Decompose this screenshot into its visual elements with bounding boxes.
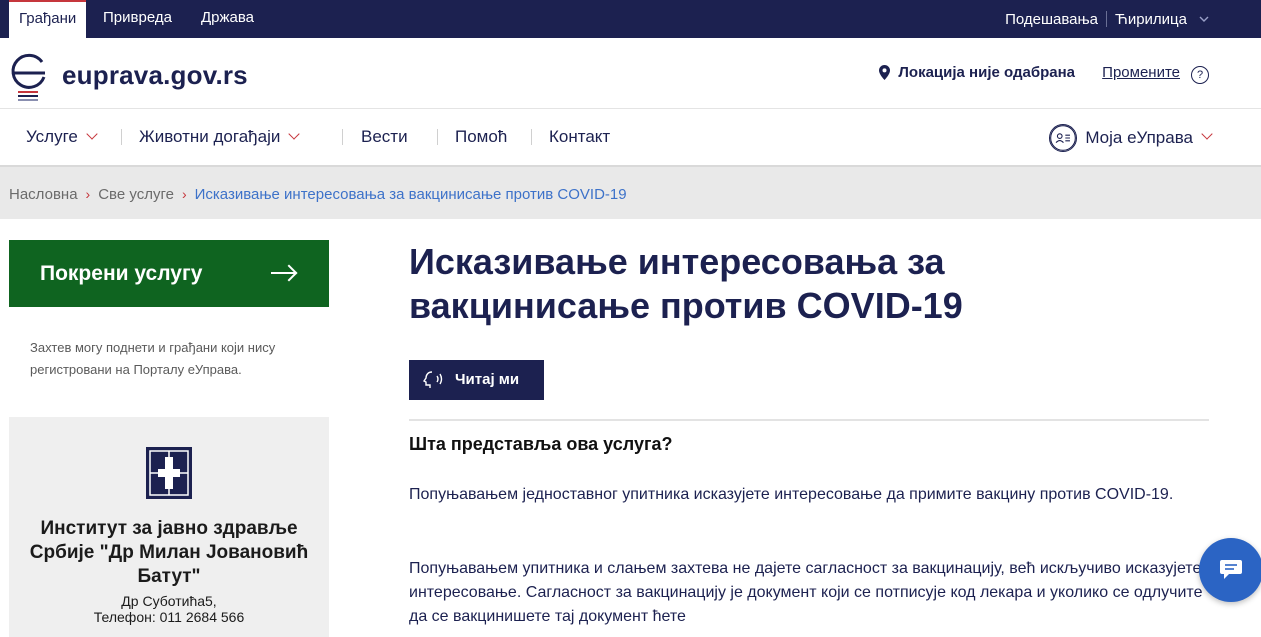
- euprava-logo-icon[interactable]: [8, 46, 50, 104]
- speaker-head-icon: [423, 371, 443, 388]
- breadcrumb-current: Исказивање интересовања за вакцинисање п…: [194, 186, 627, 203]
- description-paragraph: Попуњавањем упитника и слањем захтева не…: [409, 560, 1203, 625]
- chevron-down-icon: [1201, 128, 1213, 140]
- tab-citizens[interactable]: Грађани: [9, 0, 87, 38]
- chevron-down-icon[interactable]: [1199, 16, 1209, 22]
- chevron-right-icon: ›: [181, 186, 187, 202]
- language-select[interactable]: Ћирилица: [1115, 11, 1187, 28]
- site-header: euprava.gov.rs Локација није одабрана Пр…: [0, 38, 1261, 109]
- breadcrumb: Насловна › Све услуге › Исказивање интересов…: [0, 167, 1261, 219]
- nav-item-services[interactable]: Услуге: [26, 109, 98, 165]
- location-text: Локација није одабрана: [898, 64, 1075, 81]
- description-paragraph: Попуњавањем једноставног упитника исказу…: [409, 486, 1174, 503]
- map-pin-icon: [879, 65, 891, 80]
- change-location-link[interactable]: Промените: [1102, 64, 1180, 81]
- arrow-right-icon: [271, 272, 295, 274]
- read-aloud-label: Читај ми: [455, 371, 520, 388]
- location-indicator: Локација није одабрана: [879, 64, 1075, 81]
- institution-contact: Др Суботића5, Телефон: 011 2684 566: [29, 593, 309, 625]
- institution-address: Др Суботића5,: [121, 593, 217, 609]
- breadcrumb-all-services[interactable]: Све услуге: [98, 186, 174, 203]
- page-title: Исказивање интересовања за вакцинисање п…: [409, 241, 963, 326]
- nav-item-label: Животни догађаји: [139, 127, 281, 146]
- section-heading: Шта представља ова услуга?: [409, 434, 673, 454]
- institution-logo-icon: [146, 447, 192, 499]
- tab-state[interactable]: Држава: [191, 0, 264, 38]
- chat-button[interactable]: [1199, 538, 1261, 602]
- divider: [437, 129, 438, 145]
- chat-bubble-icon: [1220, 560, 1242, 579]
- breadcrumb-home[interactable]: Насловна: [9, 186, 78, 203]
- institution-card: Институт за јавно здравље Србије "Др Мил…: [9, 417, 329, 637]
- settings-link[interactable]: Подешавања: [1005, 11, 1098, 28]
- nav-item-life-events[interactable]: Животни догађаји: [139, 109, 301, 165]
- nav-item-help[interactable]: Помоћ: [455, 109, 507, 165]
- nav-item-contact[interactable]: Контакт: [549, 109, 610, 165]
- start-service-button[interactable]: Покрени услугу: [9, 240, 329, 307]
- tab-business[interactable]: Привреда: [93, 0, 182, 38]
- chevron-down-icon: [288, 128, 301, 140]
- divider: [531, 129, 532, 145]
- nav-item-news[interactable]: Вести: [361, 109, 408, 165]
- divider: [121, 129, 122, 145]
- site-logo-text[interactable]: euprava.gov.rs: [62, 60, 248, 91]
- read-aloud-button[interactable]: Читај ми: [409, 360, 544, 400]
- nav-item-label: Услуге: [26, 127, 78, 146]
- chevron-right-icon: ›: [85, 186, 91, 202]
- institution-phone: Телефон: 011 2684 566: [93, 609, 245, 625]
- start-service-label: Покрени услугу: [40, 262, 203, 285]
- my-account-label: Моја еУправа: [1085, 128, 1193, 147]
- institution-name: Институт за јавно здравље Србије "Др Мил…: [29, 518, 309, 587]
- my-account-menu[interactable]: Моја еУправа: [1049, 123, 1213, 153]
- chevron-down-icon: [86, 128, 98, 140]
- question-circle-icon[interactable]: ?: [1191, 66, 1209, 84]
- top-right-controls: Подешавања Ћирилица: [1005, 0, 1261, 38]
- top-bar: Грађани Привреда Држава Подешавања Ћирил…: [0, 0, 1261, 38]
- divider: [342, 129, 343, 145]
- main-nav: Услуге Животни догађаји Вести Помоћ Конт…: [0, 109, 1261, 167]
- divider: [409, 419, 1209, 421]
- service-note: Захтев могу поднети и грађани који нису …: [30, 340, 276, 377]
- divider: [1106, 11, 1108, 27]
- user-card-icon: [1049, 124, 1078, 152]
